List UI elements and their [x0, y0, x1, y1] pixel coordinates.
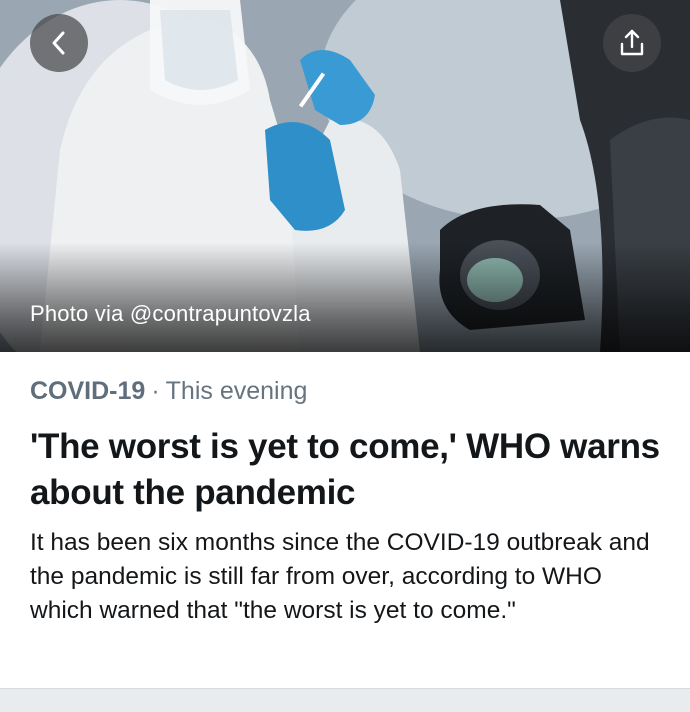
topic-label[interactable]: COVID-19: [30, 377, 145, 405]
section-divider: [0, 688, 690, 712]
back-button[interactable]: [30, 14, 88, 72]
article-page: Photo via @contrapuntovzla COVID-19 · This…: [0, 0, 690, 712]
article-headline[interactable]: 'The worst is yet to come,' WHO warns ab…: [30, 424, 670, 516]
chevron-left-icon: [52, 31, 65, 55]
hero-photo[interactable]: Photo via @contrapuntovzla: [0, 0, 690, 352]
article-meta: COVID-19 · This evening: [30, 377, 307, 406]
timestamp: This evening: [165, 377, 308, 405]
share-upload-icon: [620, 29, 644, 56]
share-button[interactable]: [603, 14, 661, 72]
photo-credit: Photo via @contrapuntovzla: [30, 301, 311, 326]
photo-shade: [0, 242, 690, 352]
article-summary: It has been six months since the COVID-1…: [30, 529, 650, 624]
meta-separator: ·: [151, 377, 160, 405]
